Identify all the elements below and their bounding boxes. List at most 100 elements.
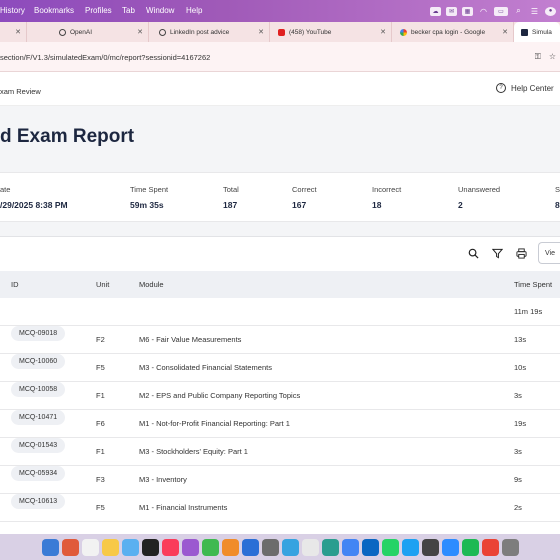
wifi-icon[interactable]: ◠	[478, 7, 489, 16]
time-cell: 3s	[514, 447, 522, 456]
dock-app-icon[interactable]	[421, 538, 439, 556]
help-center-link[interactable]: ? Help Center	[496, 83, 554, 93]
browser-tab-openai[interactable]: OpenAI ✕	[27, 22, 149, 42]
mail-icon[interactable]: ✉	[446, 6, 457, 16]
menu-profiles[interactable]: Profiles	[85, 6, 112, 15]
dock-app-icon[interactable]	[281, 538, 299, 556]
star-icon[interactable]: ☆	[549, 52, 556, 62]
menu-help[interactable]: Help	[186, 6, 202, 15]
question-id-badge[interactable]: MCQ-10471	[11, 410, 66, 425]
table-row[interactable]: MCQ-10613 F5 M1 - Financial Instruments …	[0, 494, 560, 522]
battery-icon[interactable]: ▭	[494, 6, 508, 16]
question-id-badge[interactable]: MCQ-09018	[11, 326, 66, 341]
table-row[interactable]: MCQ-01543 F1 M3 - Stockholders' Equity: …	[0, 438, 560, 466]
stat-label: ate	[0, 185, 11, 194]
menu-tab[interactable]: Tab	[122, 6, 135, 15]
cloud-icon[interactable]: ☁	[430, 6, 441, 16]
table-row[interactable]: MCQ-05934 F3 M3 - Inventory 9s	[0, 466, 560, 494]
browser-tab-youtube[interactable]: (458) YouTube ✕	[270, 22, 392, 42]
status-area: ☁ ✉ ▦ ◠ ▭ ⌕ ☰ ●	[430, 0, 560, 22]
dock-app-icon[interactable]	[401, 538, 419, 556]
page-title: d Exam Report	[0, 126, 135, 147]
column-header-unit[interactable]: Unit	[96, 271, 109, 298]
dock-app-icon[interactable]	[501, 538, 519, 556]
menu-history[interactable]: History	[0, 6, 25, 15]
menu-bookmarks[interactable]: Bookmarks	[34, 6, 74, 15]
browser-tab-linkedin-advice[interactable]: LinkedIn post advice ✕	[149, 22, 270, 42]
address-bar[interactable]: section/F/V1.3/simulatedExam/0/mc/report…	[0, 42, 560, 72]
stat-score: S 8	[555, 185, 560, 210]
table-row[interactable]: MCQ-09018 F2 M6 - Fair Value Measurement…	[0, 326, 560, 354]
stat-value: 167	[292, 200, 307, 210]
close-icon[interactable]: ✕	[15, 28, 21, 36]
stat-label: Unanswered	[458, 185, 501, 194]
becker-icon	[521, 28, 528, 36]
cpu-icon[interactable]: ▦	[462, 6, 473, 16]
time-cell: 9s	[514, 475, 522, 484]
dock-app-icon[interactable]	[261, 538, 279, 556]
dock-app-icon[interactable]	[81, 538, 99, 556]
dock-app-icon[interactable]	[181, 538, 199, 556]
question-id-badge[interactable]: MCQ-01543	[11, 438, 66, 453]
dock-app-icon[interactable]	[121, 538, 139, 556]
dock-app-icon[interactable]	[341, 538, 359, 556]
time-cell: 19s	[514, 419, 527, 428]
control-center-icon[interactable]: ☰	[529, 7, 540, 16]
browser-tab-google[interactable]: becker cpa login - Google ✕	[392, 22, 514, 42]
column-header-module[interactable]: Module	[139, 271, 164, 298]
dock-app-icon[interactable]	[241, 538, 259, 556]
dock-app-icon[interactable]	[161, 538, 179, 556]
close-icon[interactable]: ✕	[137, 28, 143, 36]
address-bar-icons: ⚿ ☆	[535, 52, 556, 62]
column-header-time-spent[interactable]: Time Spent	[514, 271, 552, 298]
close-icon[interactable]: ✕	[258, 28, 264, 36]
module-cell: M2 - EPS and Public Company Reporting To…	[139, 391, 301, 400]
dock-app-icon[interactable]	[201, 538, 219, 556]
menu-window[interactable]: Window	[146, 6, 174, 15]
table-row[interactable]: MCQ-10471 F6 M1 - Not-for-Profit Financi…	[0, 410, 560, 438]
close-icon[interactable]: ✕	[380, 28, 386, 36]
search-icon[interactable]: ⌕	[513, 6, 524, 16]
column-header-id[interactable]: ID	[11, 271, 19, 298]
dock-app-icon[interactable]	[61, 538, 79, 556]
dock-app-icon[interactable]	[361, 538, 379, 556]
key-icon[interactable]: ⚿	[535, 52, 541, 62]
browser-tab[interactable]: ✕	[0, 22, 27, 42]
question-id-badge[interactable]: MCQ-10060	[11, 354, 66, 369]
unit-cell: F1	[96, 391, 105, 400]
question-id-badge[interactable]: MCQ-05934	[11, 466, 66, 481]
module-cell: M3 - Inventory	[139, 475, 187, 484]
questions-table-card: Vie ID Unit Module Time Spent 11m 19s MC…	[0, 236, 560, 534]
help-center-label: Help Center	[511, 83, 554, 93]
question-id-badge[interactable]: MCQ-10613	[11, 494, 66, 509]
dock-app-icon[interactable]	[41, 538, 59, 556]
stat-incorrect: Incorrect 18	[372, 185, 401, 210]
dock-app-icon[interactable]	[141, 538, 159, 556]
search-icon[interactable]	[466, 246, 480, 260]
question-id-badge[interactable]: MCQ-10058	[11, 382, 66, 397]
view-button[interactable]: Vie	[538, 242, 560, 264]
stat-time-spent: Time Spent 59m 35s	[130, 185, 168, 210]
dock-app-icon[interactable]	[301, 538, 319, 556]
dock-app-icon[interactable]	[381, 538, 399, 556]
dock-app-icon[interactable]	[321, 538, 339, 556]
dock-app-icon[interactable]	[461, 538, 479, 556]
dock-app-icon[interactable]	[481, 538, 499, 556]
dock-app-icon[interactable]	[441, 538, 459, 556]
print-icon[interactable]	[514, 246, 528, 260]
dock-app-icon[interactable]	[101, 538, 119, 556]
siri-icon[interactable]: ●	[545, 6, 556, 16]
tab-label: (458) YouTube	[289, 28, 332, 36]
filter-icon[interactable]	[490, 246, 504, 260]
google-icon	[400, 28, 407, 36]
dock-app-icon[interactable]	[221, 538, 239, 556]
table-row[interactable]: MCQ-10060 F5 M3 - Consolidated Financial…	[0, 354, 560, 382]
stat-label: Incorrect	[372, 185, 402, 194]
stat-label: Time Spent	[130, 185, 169, 194]
table-row[interactable]: MCQ-10058 F1 M2 - EPS and Public Company…	[0, 382, 560, 410]
close-icon[interactable]: ✕	[502, 28, 508, 36]
url-text[interactable]: section/F/V1.3/simulatedExam/0/mc/report…	[0, 53, 210, 62]
breadcrumb[interactable]: xam Review	[0, 87, 41, 96]
browser-tab-simulated-exam[interactable]: Simula	[514, 22, 560, 42]
unit-cell: F5	[96, 363, 105, 372]
